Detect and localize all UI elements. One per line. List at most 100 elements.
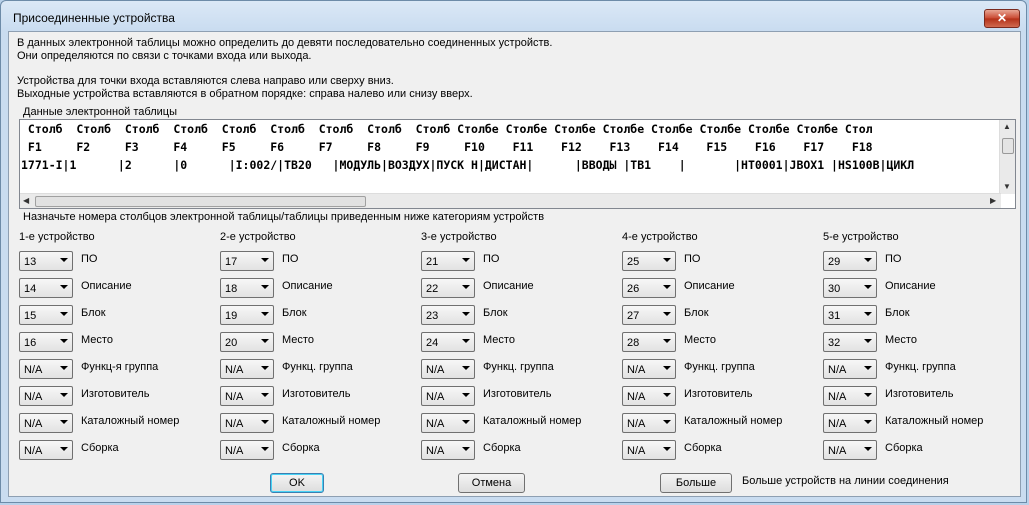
chevron-down-icon[interactable] <box>462 393 470 397</box>
chevron-down-icon[interactable] <box>663 393 671 397</box>
chevron-down-icon[interactable] <box>663 447 671 451</box>
chevron-down-icon[interactable] <box>864 285 872 289</box>
chevron-down-icon[interactable] <box>60 393 68 397</box>
column-select[interactable]: N/A <box>220 413 274 433</box>
chevron-down-icon[interactable] <box>261 285 269 289</box>
scroll-down-icon[interactable]: ▼ <box>1003 182 1011 191</box>
field-label: Функц. группа <box>483 361 554 373</box>
column-select[interactable]: N/A <box>622 359 676 379</box>
column-select[interactable]: 21 <box>421 251 475 271</box>
column-select[interactable]: 14 <box>19 278 73 298</box>
column-select[interactable]: N/A <box>823 413 877 433</box>
column-select[interactable]: 32 <box>823 332 877 352</box>
close-button[interactable]: ✕ <box>984 9 1020 28</box>
spreadsheet-preview[interactable]: Столб Столб Столб Столб Столб Столб Стол… <box>19 119 1016 209</box>
chevron-down-icon[interactable] <box>60 258 68 262</box>
chevron-down-icon[interactable] <box>462 420 470 424</box>
column-select[interactable]: N/A <box>421 440 475 460</box>
field-label: Сборка <box>483 442 521 454</box>
column-select[interactable]: 17 <box>220 251 274 271</box>
chevron-down-icon[interactable] <box>261 447 269 451</box>
column-select[interactable]: N/A <box>823 440 877 460</box>
column-select[interactable]: 30 <box>823 278 877 298</box>
column-select[interactable]: N/A <box>220 359 274 379</box>
more-button[interactable]: Больше <box>660 473 732 493</box>
device-5-header: 5-е устройство <box>823 231 899 243</box>
column-select[interactable]: N/A <box>823 359 877 379</box>
column-select[interactable]: N/A <box>622 386 676 406</box>
column-select[interactable]: 18 <box>220 278 274 298</box>
title-bar[interactable]: Присоединенные устройства ✕ <box>1 1 1026 31</box>
chevron-down-icon[interactable] <box>261 312 269 316</box>
chevron-down-icon[interactable] <box>261 339 269 343</box>
chevron-down-icon[interactable] <box>663 285 671 289</box>
chevron-down-icon[interactable] <box>60 447 68 451</box>
chevron-down-icon[interactable] <box>60 285 68 289</box>
column-select[interactable]: 27 <box>622 305 676 325</box>
column-select-value: 28 <box>627 337 640 349</box>
horizontal-scroll-thumb[interactable] <box>35 196 366 207</box>
column-select[interactable]: 23 <box>421 305 475 325</box>
column-select[interactable]: N/A <box>19 359 73 379</box>
chevron-down-icon[interactable] <box>60 366 68 370</box>
chevron-down-icon[interactable] <box>864 366 872 370</box>
column-select[interactable]: 25 <box>622 251 676 271</box>
ok-button[interactable]: OK <box>270 473 324 493</box>
scroll-right-icon[interactable]: ▶ <box>990 196 996 205</box>
chevron-down-icon[interactable] <box>663 420 671 424</box>
chevron-down-icon[interactable] <box>261 258 269 262</box>
chevron-down-icon[interactable] <box>60 420 68 424</box>
horizontal-scrollbar[interactable]: ◀ ▶ <box>20 193 1001 208</box>
column-select[interactable]: 19 <box>220 305 274 325</box>
scroll-left-icon[interactable]: ◀ <box>23 196 29 205</box>
column-select[interactable]: 24 <box>421 332 475 352</box>
column-select[interactable]: 13 <box>19 251 73 271</box>
chevron-down-icon[interactable] <box>462 258 470 262</box>
chevron-down-icon[interactable] <box>864 447 872 451</box>
chevron-down-icon[interactable] <box>261 420 269 424</box>
chevron-down-icon[interactable] <box>663 366 671 370</box>
column-select[interactable]: N/A <box>622 413 676 433</box>
chevron-down-icon[interactable] <box>60 339 68 343</box>
chevron-down-icon[interactable] <box>462 447 470 451</box>
column-select[interactable]: N/A <box>19 386 73 406</box>
chevron-down-icon[interactable] <box>462 366 470 370</box>
chevron-down-icon[interactable] <box>261 393 269 397</box>
column-select[interactable]: 28 <box>622 332 676 352</box>
chevron-down-icon[interactable] <box>462 285 470 289</box>
column-select[interactable]: N/A <box>19 413 73 433</box>
chevron-down-icon[interactable] <box>864 339 872 343</box>
field-label: Блок <box>81 307 106 319</box>
vertical-scrollbar[interactable]: ▲ ▼ <box>999 120 1015 194</box>
column-select[interactable]: 29 <box>823 251 877 271</box>
chevron-down-icon[interactable] <box>663 339 671 343</box>
chevron-down-icon[interactable] <box>663 312 671 316</box>
column-select[interactable]: N/A <box>421 386 475 406</box>
vertical-scroll-thumb[interactable] <box>1002 138 1014 154</box>
column-select[interactable]: 20 <box>220 332 274 352</box>
column-select[interactable]: N/A <box>220 440 274 460</box>
column-select[interactable]: 15 <box>19 305 73 325</box>
cancel-button[interactable]: Отмена <box>458 473 525 493</box>
column-select[interactable]: 16 <box>19 332 73 352</box>
column-select[interactable]: 26 <box>622 278 676 298</box>
chevron-down-icon[interactable] <box>462 339 470 343</box>
column-select[interactable]: N/A <box>220 386 274 406</box>
column-select[interactable]: 22 <box>421 278 475 298</box>
column-select[interactable]: N/A <box>421 359 475 379</box>
chevron-down-icon[interactable] <box>864 258 872 262</box>
chevron-down-icon[interactable] <box>261 366 269 370</box>
column-select[interactable]: N/A <box>421 413 475 433</box>
chevron-down-icon[interactable] <box>864 420 872 424</box>
scroll-up-icon[interactable]: ▲ <box>1003 122 1011 131</box>
chevron-down-icon[interactable] <box>462 312 470 316</box>
column-select[interactable]: N/A <box>823 386 877 406</box>
chevron-down-icon[interactable] <box>663 258 671 262</box>
field-label: ПО <box>81 253 98 265</box>
column-select[interactable]: N/A <box>622 440 676 460</box>
column-select[interactable]: 31 <box>823 305 877 325</box>
chevron-down-icon[interactable] <box>60 312 68 316</box>
chevron-down-icon[interactable] <box>864 312 872 316</box>
column-select[interactable]: N/A <box>19 440 73 460</box>
chevron-down-icon[interactable] <box>864 393 872 397</box>
